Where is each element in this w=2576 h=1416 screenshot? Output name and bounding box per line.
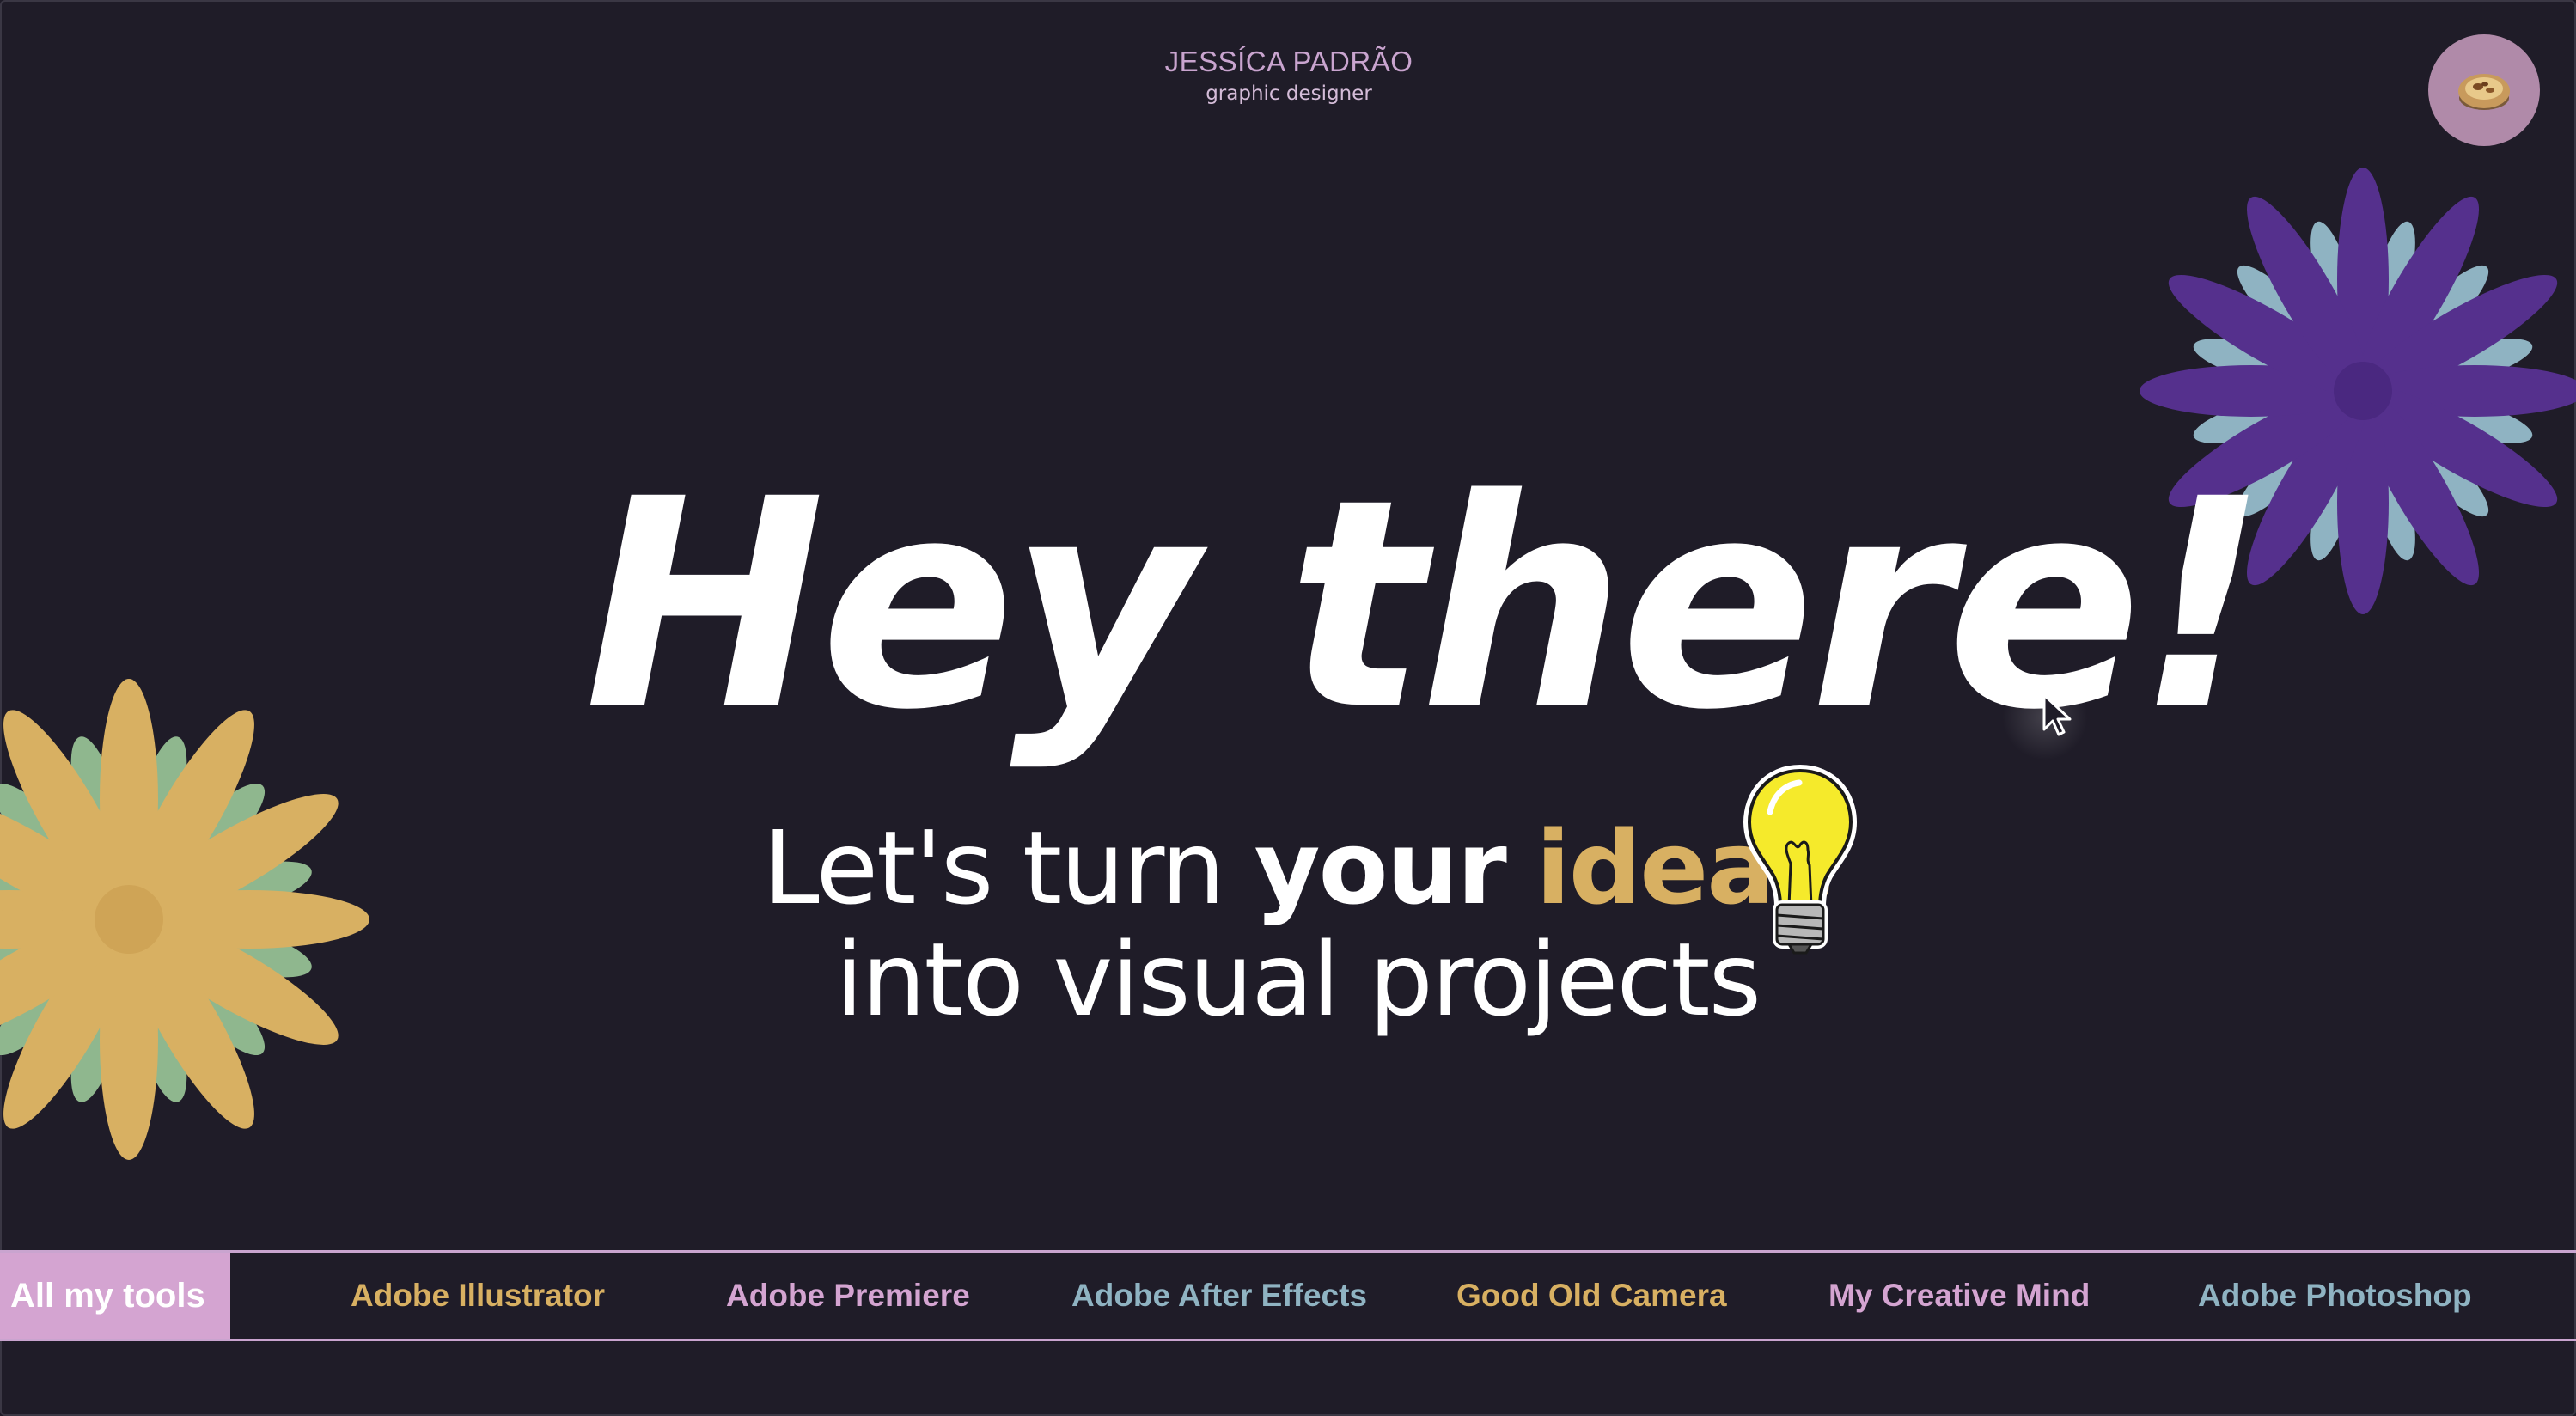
- tool-adobe-premiere[interactable]: Adobe Premiere: [726, 1253, 970, 1339]
- pastry-icon: [2458, 74, 2510, 110]
- designer-role: graphic designer: [1206, 82, 1372, 105]
- lightbulb-icon: [1743, 765, 1857, 955]
- hero-title: Hey there!: [584, 438, 2268, 773]
- subtitle-part-3: [1505, 809, 1536, 927]
- tool-good-old-camera[interactable]: Good Old Camera: [1456, 1253, 1727, 1339]
- tool-adobe-photoshop[interactable]: Adobe Photoshop: [2198, 1253, 2472, 1339]
- flower-decoration-left: [0, 679, 369, 1160]
- avatar-button[interactable]: [2428, 34, 2540, 146]
- subtitle-part-2: your: [1254, 809, 1507, 927]
- hero-subtitle-line-1: Let's turn your ideas: [687, 812, 1908, 924]
- designer-name[interactable]: JESSÍCA PADRÃO: [1117, 45, 1461, 79]
- all-my-tools-label: All my tools: [0, 1253, 230, 1339]
- hero-subtitle: Let's turn your ideas into visual projec…: [687, 812, 1908, 1035]
- tools-marquee: All my tools Adobe Illustrator Adobe Pre…: [0, 1250, 2576, 1341]
- subtitle-part-1: Let's turn: [762, 809, 1254, 927]
- hero-subtitle-line-2: into visual projects: [834, 920, 1761, 1039]
- mouse-cursor-icon: [2042, 693, 2072, 736]
- site-header: JESSÍCA PADRÃO graphic designer: [1117, 45, 1461, 108]
- tool-adobe-illustrator[interactable]: Adobe Illustrator: [351, 1253, 605, 1339]
- tool-adobe-after-effects[interactable]: Adobe After Effects: [1071, 1253, 1367, 1339]
- tool-my-creative-mind[interactable]: My Creative Mind: [1828, 1253, 2090, 1339]
